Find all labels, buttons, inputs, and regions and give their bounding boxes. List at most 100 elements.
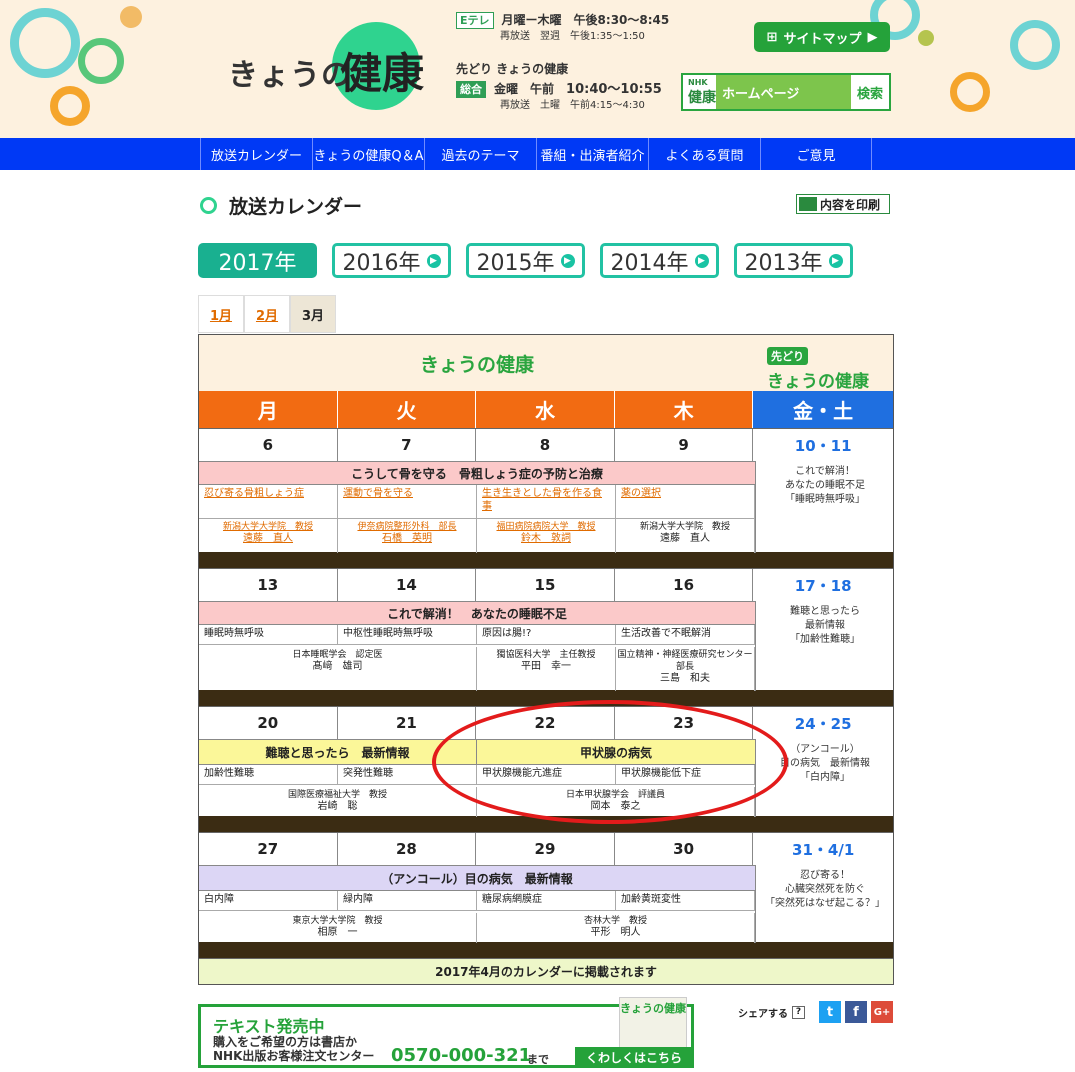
twitter-share-icon[interactable]: t [819,1001,841,1023]
guest-info[interactable]: 新潟大学大学院 教授 遠藤 直人 [199,519,338,553]
broadcast-calendar: きょうの健康 先どり きょうの健康 月 火 水 木 金・土 6 7 8 9 10・11 … [198,334,894,985]
nav-broadcast-calendar[interactable]: 放送カレンダー [200,138,312,170]
topic-cell: 睡眠時無呼吸 [199,625,338,645]
nav-feedback[interactable]: ご意見 [760,138,872,170]
banner-title: テキスト発売中 [213,1017,325,1036]
title-ring-icon [200,197,217,214]
weekday-fri-sat: 金・土 [753,391,893,428]
date-row: 20 21 22 23 24・25 [199,707,893,739]
program-logo[interactable]: きょうの 健康 [200,22,430,112]
googleplus-share-icon[interactable]: G+ [871,1001,893,1023]
nav-qa[interactable]: きょうの健康Q＆A [312,138,424,170]
topic-link[interactable]: 薬の選択 [616,485,755,519]
week-theme: （アンコール）目の病気 最新情報 [199,865,755,891]
logo-text: きょうの [228,58,352,93]
guest-info[interactable]: 伊奈病院整形外科 部長 石橋 英明 [338,519,477,553]
weekday-mon: 月 [199,391,338,428]
guest-info: 杏林大学 教授 平形 明人 [477,913,755,943]
arrow-right-icon: ▶ [426,253,441,268]
calendar-week-2: 13 14 15 16 17・18 これで解消！ あなたの睡眠不足 睡眠時無呼吸 中枢性… [199,568,894,691]
year-tab-2017[interactable]: 2017年 [198,243,317,278]
calendar-footer-note: 2017年4月のカレンダーに掲載されます [199,958,893,984]
topic-cell: 甲状腺機能亢進症 [477,765,616,785]
arrow-right-icon: ▶ [867,29,878,45]
week-theme: 甲状腺の病気 [477,739,755,765]
decor-circle [120,6,142,28]
etele-schedule: Eテレ 月曜ー木曜 午後8:30〜8:45 再放送 翌週 午後1:35〜1:50 [456,12,669,44]
year-tab-2015[interactable]: 2015年 ▶ [466,243,585,278]
etele-days: 月曜ー木曜 [501,13,562,27]
year-tabs: 2017年 2016年 ▶ 2015年 ▶ 2014年 ▶ 2013年 ▶ [198,243,853,278]
month-tab-2[interactable]: 2月 [244,295,290,333]
date-row: 13 14 15 16 17・18 [199,569,893,601]
year-tab-2014[interactable]: 2014年 ▶ [600,243,719,278]
arrow-right-icon: ▶ [694,253,709,268]
month-tabs: 1月 2月 3月 [198,295,336,333]
etele-rerun: 再放送 翌週 午後1:35〜1:50 [500,31,645,42]
week-separator [199,942,893,958]
calendar-week-3: 20 21 22 23 24・25 難聴と思ったら 最新情報 甲状腺の病気 加齢性難聴 … [199,706,893,817]
decor-circle [918,30,934,46]
calendar-header: きょうの健康 先どり きょうの健康 [199,335,893,392]
year-tab-2013[interactable]: 2013年 ▶ [734,243,853,278]
topic-link[interactable]: 運動で骨を守る [338,485,477,519]
week-separator [199,816,893,832]
week-theme: 難聴と思ったら 最新情報 [199,739,477,765]
guest-info: 日本睡眠学会 認定医 髙﨑 雄司 [199,647,477,691]
topic-link[interactable]: 忍び寄る骨粗しょう症 [199,485,338,519]
decor-circle [10,8,80,78]
weekday-header: 月 火 水 木 金・土 [199,391,893,428]
week-theme: これで解消！ あなたの睡眠不足 [199,601,755,625]
month-tab-3[interactable]: 3月 [290,295,336,333]
guest-info[interactable]: 福田病院病院大学 教授 鈴木 敦詞 [477,519,616,553]
date-row: 6 7 8 9 10・11 [199,429,893,461]
banner-made: まで [527,1053,549,1066]
topic-link[interactable]: 生き生きとした骨を作る食事 [477,485,616,519]
fri-sat-program: 難聴と思ったら 最新情報 「加齢性難聴」 [755,601,894,691]
week-separator [199,690,893,706]
saki-header: 先どり きょうの健康 [767,345,869,392]
global-nav: 放送カレンダー きょうの健康Q＆A 過去のテーマ 番組・出演者紹介 よくある質問… [0,138,1075,170]
guest-info: 国立精神・神経医療研究センター 部長 三島 和夫 [616,647,755,691]
arrow-right-icon: ▶ [828,253,843,268]
week-separator [199,552,893,568]
topic-cell: 緑内障 [338,891,477,911]
topic-cell: 甲状腺機能低下症 [616,765,755,785]
topic-cell: 加齢性難聴 [199,765,338,785]
share-bar: シェアする ? t f G+ [738,1001,893,1023]
guest-info: 獨協医科大学 主任教授 平田 幸一 [477,647,616,691]
nav-faq[interactable]: よくある質問 [648,138,760,170]
calendar-week-4: 27 28 29 30 31・4/1 （アンコール）目の病気 最新情報 白内障 緑内障 … [199,832,893,943]
month-tab-1[interactable]: 1月 [198,295,244,333]
nav-past-themes[interactable]: 過去のテーマ [424,138,536,170]
guest-info: 日本甲状腺学会 評議員 岡本 泰之 [477,787,755,817]
sitemap-button[interactable]: ⊞ サイトマップ ▶ [754,22,890,52]
more-info-button[interactable]: くわしくはこちら [575,1047,693,1067]
health-homepage-search-banner[interactable]: NHK 健康 ホームページ 検索 [681,73,891,111]
weekday-wed: 水 [476,391,615,428]
guest-info: 東京大学大学院 教授 相原 一 [199,913,477,943]
arrow-right-icon: ▶ [560,253,575,268]
share-label: シェアする [738,1008,788,1020]
calendar-title: きょうの健康 [419,353,534,376]
page-title: 放送カレンダー [200,192,362,219]
sogo-schedule: 先どり きょうの健康 総合 金曜 午前 10:40〜10:55 再放送 土曜 午前… [456,62,662,113]
topic-cell: 加齢黄斑変性 [616,891,755,911]
date-row: 27 28 29 30 31・4/1 [199,833,893,865]
nav-program-intro[interactable]: 番組・出演者紹介 [536,138,648,170]
year-tab-2016[interactable]: 2016年 ▶ [332,243,451,278]
site-header: きょうの 健康 Eテレ 月曜ー木曜 午後8:30〜8:45 再放送 翌週 午後1:… [0,0,1075,138]
hp-search-label: 検索 [856,86,883,102]
week-theme: こうして骨を守る 骨粗しょう症の予防と治療 [199,461,755,485]
print-button[interactable]: 内容を印刷 [796,194,890,214]
hp-nhk-kenko: NHK 健康 [688,77,716,106]
help-icon[interactable]: ? [792,1005,805,1019]
topic-cell: 突発性難聴 [338,765,477,785]
decor-circle [78,38,124,84]
guest-info: 新潟大学大学院 教授 遠藤 直人 [616,519,755,553]
sogo-rerun: 再放送 土曜 午前4:15〜4:30 [500,100,645,111]
facebook-share-icon[interactable]: f [845,1001,867,1023]
sitemap-icon: ⊞ [766,29,778,45]
textbook-banner[interactable]: テキスト発売中 購入をご希望の方は書店か NHK出版お客様注文センター 0570-… [198,997,694,1068]
sogo-days: 金曜 午前 [494,82,555,96]
